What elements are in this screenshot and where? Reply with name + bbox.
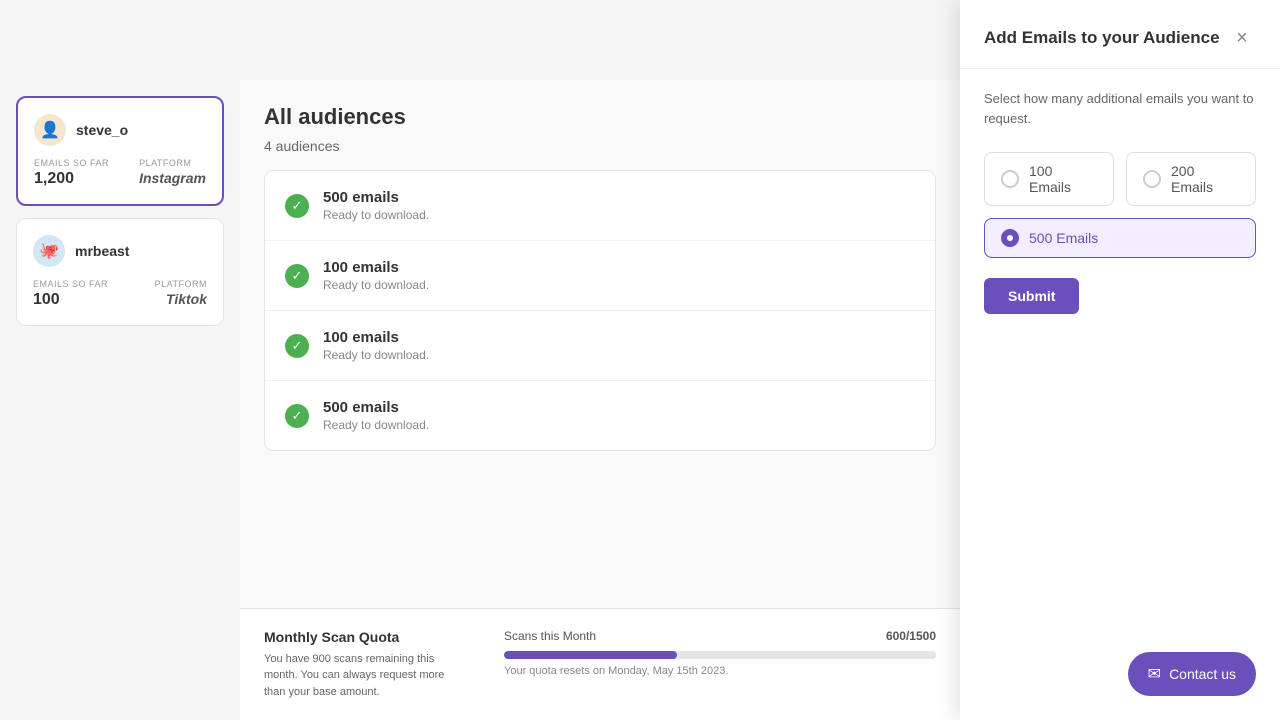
contact-us-button[interactable]: ✉ Contact us — [1128, 652, 1256, 696]
email-options: 100 Emails 200 Emails 500 Emails — [984, 152, 1256, 258]
audiences-count: 4 audiences — [264, 138, 936, 154]
platform-value-mrbeast: Tiktok — [155, 291, 207, 307]
email-option-200[interactable]: 200 Emails — [1126, 152, 1256, 206]
audience-status-2: Ready to download. — [323, 348, 429, 362]
modal-body: Select how many additional emails you wa… — [960, 69, 1280, 720]
contact-icon: ✉ — [1148, 664, 1161, 684]
check-icon-3: ✓ — [285, 404, 309, 428]
audience-item-1: ✓ 100 emails Ready to download. — [265, 241, 935, 311]
card-header-steveo: 👤 steve_o — [34, 114, 206, 146]
modal-panel: Add Emails to your Audience × Select how… — [960, 0, 1280, 720]
email-option-500[interactable]: 500 Emails — [984, 218, 1256, 258]
check-icon-2: ✓ — [285, 334, 309, 358]
audience-emails-2: 100 emails — [323, 329, 429, 346]
card-avatar-steveo: 👤 — [34, 114, 66, 146]
quota-reset-text: Your quota resets on Monday, May 15th 20… — [504, 665, 936, 677]
quota-section: Monthly Scan Quota You have 900 scans re… — [240, 608, 960, 720]
platform-stat-steveo: PLATFORM Instagram — [139, 158, 206, 188]
audience-item-2: ✓ 100 emails Ready to download. — [265, 311, 935, 381]
audience-status-1: Ready to download. — [323, 278, 429, 292]
emails-value-steveo: 1,200 — [34, 170, 109, 188]
audience-status-0: Ready to download. — [323, 208, 429, 222]
quota-month-label: Scans this Month — [504, 629, 596, 643]
submit-button[interactable]: Submit — [984, 278, 1079, 314]
audience-emails-1: 100 emails — [323, 259, 429, 276]
radio-200 — [1143, 170, 1161, 188]
audience-item-3: ✓ 500 emails Ready to download. — [265, 381, 935, 450]
emails-stat-mrbeast: EMAILS SO FAR 100 — [33, 279, 108, 309]
audience-emails-0: 500 emails — [323, 189, 429, 206]
email-options-row-1: 100 Emails 200 Emails — [984, 152, 1256, 206]
platform-value-steveo: Instagram — [139, 170, 206, 186]
email-option-100-label: 100 Emails — [1029, 163, 1097, 195]
card-name-steveo: steve_o — [76, 122, 128, 138]
email-options-row-2: 500 Emails — [984, 218, 1256, 258]
modal-header: Add Emails to your Audience × — [960, 0, 1280, 69]
check-icon-1: ✓ — [285, 264, 309, 288]
page-title: All audiences — [264, 104, 936, 130]
audience-status-3: Ready to download. — [323, 418, 429, 432]
radio-500 — [1001, 229, 1019, 247]
data-source-card-mrbeast[interactable]: 🐙 mrbeast EMAILS SO FAR 100 PLATFORM Tik… — [16, 218, 224, 326]
audience-info-3: 500 emails Ready to download. — [323, 399, 429, 432]
audience-info-1: 100 emails Ready to download. — [323, 259, 429, 292]
modal-close-button[interactable]: × — [1228, 24, 1256, 52]
progress-bar-fill — [504, 651, 677, 659]
email-option-100[interactable]: 100 Emails — [984, 152, 1114, 206]
sidebar: 👤 steve_o EMAILS SO FAR 1,200 PLATFORM I… — [0, 80, 240, 720]
card-stats-mrbeast: EMAILS SO FAR 100 PLATFORM Tiktok — [33, 279, 207, 309]
platform-stat-mrbeast: PLATFORM Tiktok — [155, 279, 207, 309]
radio-100 — [1001, 170, 1019, 188]
quota-right: Scans this Month 600/1500 Your quota res… — [504, 629, 936, 701]
card-avatar-mrbeast: 🐙 — [33, 235, 65, 267]
progress-bar-background — [504, 651, 936, 659]
email-option-500-label: 500 Emails — [1029, 230, 1098, 246]
platform-label-mrbeast: PLATFORM — [155, 279, 207, 289]
quota-numbers: 600/1500 — [886, 629, 936, 643]
emails-value-mrbeast: 100 — [33, 291, 108, 309]
card-stats-steveo: EMAILS SO FAR 1,200 PLATFORM Instagram — [34, 158, 206, 188]
card-name-mrbeast: mrbeast — [75, 243, 129, 259]
modal-description: Select how many additional emails you wa… — [984, 89, 1256, 128]
platform-label-steveo: PLATFORM — [139, 158, 206, 168]
modal-title: Add Emails to your Audience — [984, 28, 1220, 48]
quota-left: Monthly Scan Quota You have 900 scans re… — [264, 629, 464, 701]
check-icon-0: ✓ — [285, 194, 309, 218]
email-option-200-label: 200 Emails — [1171, 163, 1239, 195]
audience-item-0: ✓ 500 emails Ready to download. — [265, 171, 935, 241]
audience-emails-3: 500 emails — [323, 399, 429, 416]
emails-label-steveo: EMAILS SO FAR — [34, 158, 109, 168]
emails-stat-steveo: EMAILS SO FAR 1,200 — [34, 158, 109, 188]
audience-info-0: 500 emails Ready to download. — [323, 189, 429, 222]
contact-us-label: Contact us — [1169, 666, 1236, 682]
audience-list: ✓ 500 emails Ready to download. ✓ 100 em… — [264, 170, 936, 451]
emails-label-mrbeast: EMAILS SO FAR — [33, 279, 108, 289]
quota-header: Scans this Month 600/1500 — [504, 629, 936, 643]
card-header-mrbeast: 🐙 mrbeast — [33, 235, 207, 267]
audience-info-2: 100 emails Ready to download. — [323, 329, 429, 362]
quota-description: You have 900 scans remaining this month.… — [264, 651, 464, 701]
quota-title: Monthly Scan Quota — [264, 629, 464, 645]
data-source-card-steveo[interactable]: 👤 steve_o EMAILS SO FAR 1,200 PLATFORM I… — [16, 96, 224, 206]
